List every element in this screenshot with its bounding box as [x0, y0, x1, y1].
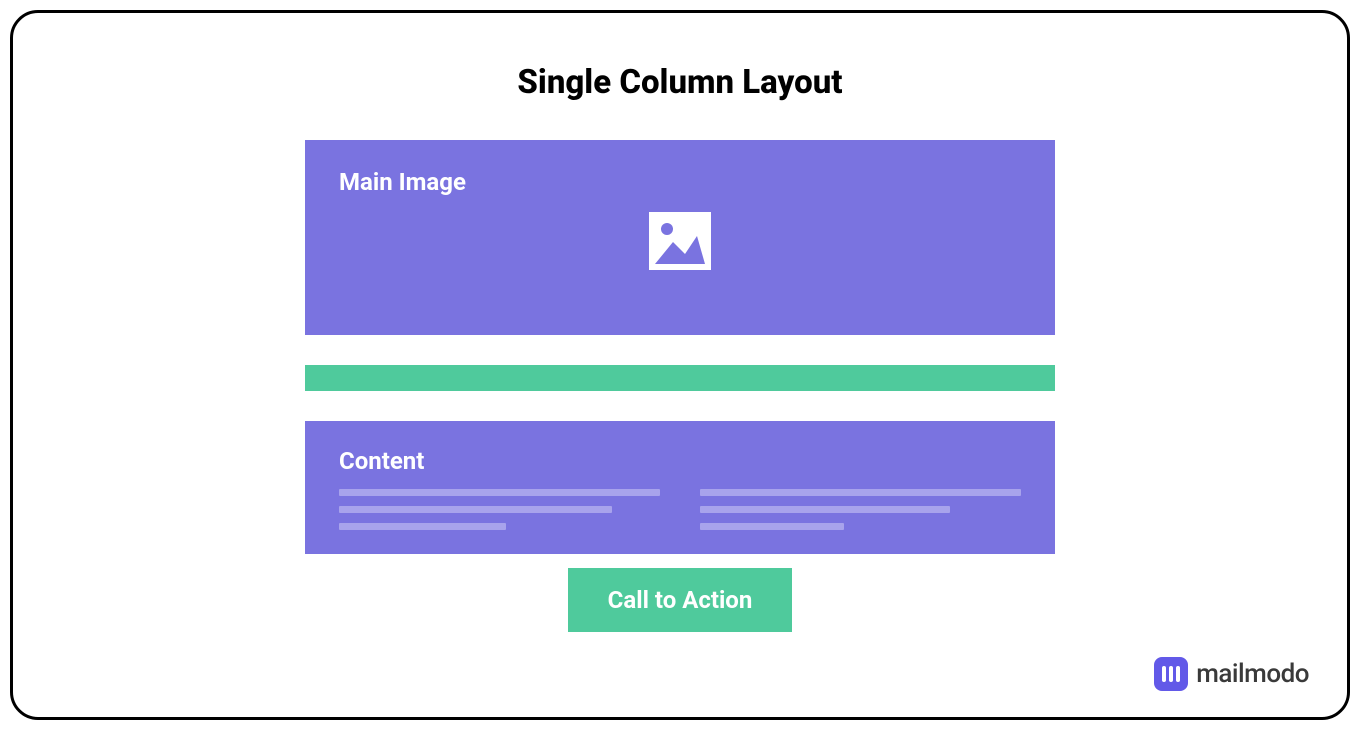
content-lines-right [700, 489, 1021, 530]
content-label: Content [339, 447, 1021, 475]
brand-logo: mailmodo [1154, 657, 1309, 691]
content-lines-left [339, 489, 660, 530]
placeholder-line [700, 489, 1021, 496]
content-placeholder-lines [339, 489, 1021, 530]
layout-column: Main Image Content [305, 140, 1055, 632]
placeholder-line [339, 489, 660, 496]
main-image-block: Main Image [305, 140, 1055, 335]
divider-bar [305, 365, 1055, 391]
content-block: Content [305, 421, 1055, 554]
diagram-frame: Single Column Layout Main Image Content [10, 10, 1350, 720]
placeholder-line [700, 523, 844, 530]
image-placeholder-icon [649, 212, 711, 270]
diagram-title: Single Column Layout [13, 63, 1347, 102]
placeholder-line [339, 523, 506, 530]
placeholder-line [700, 506, 950, 513]
main-image-label: Main Image [339, 168, 1021, 196]
mailmodo-icon [1154, 657, 1188, 691]
call-to-action-button[interactable]: Call to Action [568, 568, 793, 632]
placeholder-line [339, 506, 612, 513]
brand-name: mailmodo [1196, 659, 1309, 689]
